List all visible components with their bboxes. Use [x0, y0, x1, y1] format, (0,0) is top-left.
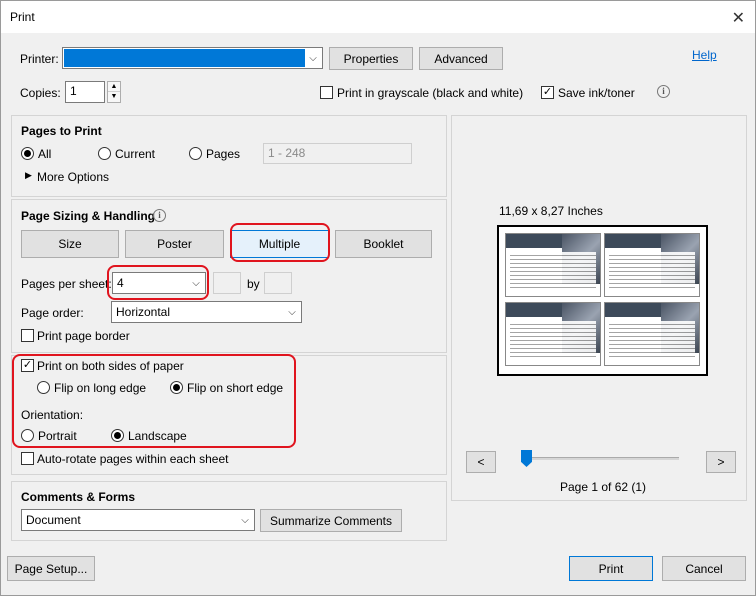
auto-rotate-checkbox[interactable]: [21, 452, 34, 465]
printer-selection-highlight: [64, 49, 305, 67]
both-sides-checkbox[interactable]: ✓: [21, 359, 34, 372]
portrait-radio[interactable]: [21, 429, 34, 442]
flip-long-radio[interactable]: [37, 381, 50, 394]
more-options-label[interactable]: More Options: [37, 170, 109, 184]
advanced-button[interactable]: Advanced: [419, 47, 503, 70]
properties-button[interactable]: Properties: [329, 47, 413, 70]
stepper-up-icon[interactable]: ▲: [108, 82, 120, 92]
chevron-down-icon: ⌵: [288, 306, 296, 318]
page-slider-track[interactable]: [521, 457, 679, 460]
expand-triangle-icon[interactable]: ▶: [25, 170, 32, 181]
comments-select[interactable]: Document ⌵: [21, 509, 255, 531]
tab-poster[interactable]: Poster: [125, 230, 224, 258]
chevron-down-icon: ⌵: [309, 52, 317, 64]
pages-per-sheet-select[interactable]: 4 ⌵: [112, 272, 206, 294]
save-ink-checkbox[interactable]: ✓: [541, 86, 554, 99]
landscape-radio[interactable]: [111, 429, 124, 442]
preview-page: [497, 225, 708, 376]
page-setup-button[interactable]: Page Setup...: [7, 556, 95, 581]
comments-heading: Comments & Forms: [21, 490, 136, 504]
page-indicator: Page 1 of 62 (1): [560, 480, 647, 494]
close-icon[interactable]: ✕: [732, 8, 745, 28]
auto-rotate-label: Auto-rotate pages within each sheet: [37, 452, 229, 466]
all-radio[interactable]: [21, 147, 34, 160]
next-page-button[interactable]: >: [706, 451, 736, 473]
current-radio[interactable]: [98, 147, 111, 160]
print-border-label: Print page border: [37, 329, 130, 343]
orientation-label: Orientation:: [21, 408, 84, 422]
tab-booklet[interactable]: Booklet: [335, 230, 432, 258]
preview-thumbnail: [604, 302, 700, 366]
flip-short-radio[interactable]: [170, 381, 183, 394]
copies-input[interactable]: 1: [65, 81, 105, 103]
current-label: Current: [115, 147, 156, 161]
grayscale-checkbox[interactable]: [320, 86, 333, 99]
page-order-label: Page order:: [21, 306, 84, 320]
stepper-down-icon[interactable]: ▼: [108, 92, 120, 102]
print-button[interactable]: Print: [569, 556, 653, 581]
window-title: Print: [10, 10, 35, 24]
page-sizing-info-icon[interactable]: i: [153, 209, 166, 222]
previous-page-button[interactable]: <: [466, 451, 496, 473]
flip-long-label: Flip on long edge: [54, 381, 147, 395]
flip-short-label: Flip on short edge: [187, 381, 284, 395]
pages-radio[interactable]: [189, 147, 202, 160]
both-sides-label: Print on both sides of paper: [37, 359, 184, 373]
preview-thumbnail: [505, 302, 601, 366]
summarize-comments-button[interactable]: Summarize Comments: [260, 509, 402, 532]
title-bar: Print ✕: [1, 1, 755, 33]
page-sizing-heading: Page Sizing & Handling: [21, 209, 156, 223]
portrait-label: Portrait: [38, 429, 77, 443]
printer-select[interactable]: ⌵: [62, 47, 323, 69]
grayscale-label: Print in grayscale (black and white): [337, 86, 524, 100]
comments-value: Document: [26, 513, 81, 527]
print-border-checkbox[interactable]: [21, 329, 34, 342]
tab-size[interactable]: Size: [21, 230, 119, 258]
page-order-value: Horizontal: [116, 305, 171, 319]
pages-per-sheet-label: Pages per sheet:: [21, 277, 112, 291]
printer-label: Printer:: [20, 52, 59, 66]
chevron-down-icon: ⌵: [192, 277, 200, 289]
help-link[interactable]: Help: [692, 48, 717, 62]
preview-thumbnail: [505, 233, 601, 297]
save-ink-label: Save ink/toner: [558, 86, 635, 100]
print-dialog: Print ✕ Printer: ⌵ Properties Advanced H…: [0, 0, 756, 596]
info-icon[interactable]: i: [657, 85, 670, 98]
pages-range-input[interactable]: 1 - 248: [263, 143, 412, 164]
chevron-down-icon: ⌵: [241, 514, 249, 526]
preview-thumbnail: [604, 233, 700, 297]
grid-columns-input[interactable]: [213, 272, 241, 294]
pages-label: Pages: [206, 147, 241, 161]
pages-to-print-heading: Pages to Print: [21, 124, 102, 138]
all-label: All: [38, 147, 52, 161]
copies-label: Copies:: [20, 86, 61, 100]
by-label: by: [247, 277, 260, 291]
landscape-label: Landscape: [128, 429, 187, 443]
grid-rows-input[interactable]: [264, 272, 292, 294]
paper-size-label: 11,69 x 8,27 Inches: [499, 204, 603, 218]
cancel-button[interactable]: Cancel: [662, 556, 746, 581]
copies-stepper[interactable]: ▲ ▼: [107, 81, 121, 103]
tab-multiple[interactable]: Multiple: [230, 230, 329, 258]
pages-per-sheet-value: 4: [117, 276, 124, 290]
page-order-select[interactable]: Horizontal ⌵: [111, 301, 302, 323]
